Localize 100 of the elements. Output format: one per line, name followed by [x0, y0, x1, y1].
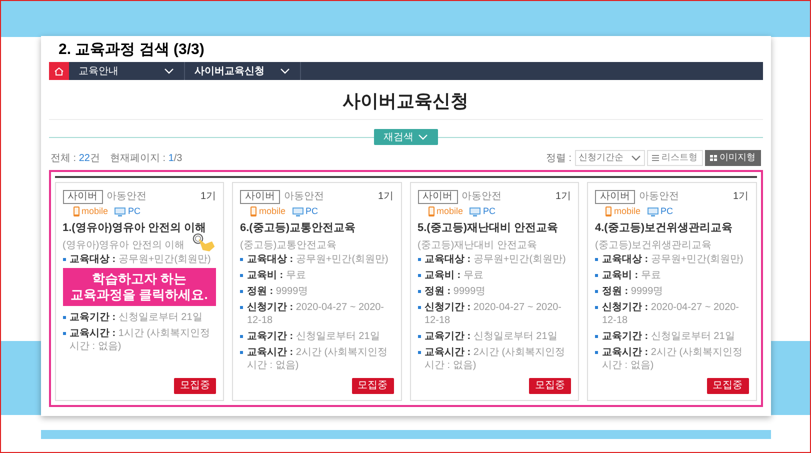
- page-indicator: 현재페이지 : 1/3: [110, 152, 182, 166]
- recruiting-button[interactable]: 모집중: [174, 378, 216, 394]
- course-title[interactable]: 4.(중고등)보건위생관리교육: [595, 221, 748, 235]
- recruiting-button[interactable]: 모집중: [352, 378, 394, 394]
- bullet-icon: [240, 306, 243, 309]
- term-label: 1기: [732, 191, 748, 203]
- chevron-down-icon: [630, 155, 640, 161]
- info-row: 정원 : 9999명: [424, 285, 486, 298]
- monitor-icon: [114, 206, 126, 216]
- course-subtitle: (중고등)재난대비 안전교육: [418, 239, 537, 252]
- info-row: 정원 : 9999명: [247, 285, 308, 298]
- chevron-down-icon: [280, 68, 290, 74]
- slide-title: 2. 교육과정 검색 (3/3): [58, 41, 206, 59]
- bullet-icon: [418, 335, 420, 338]
- info-row: 교육기간 : 신청일로부터 21일: [602, 330, 735, 343]
- platform-label: mobile: [82, 206, 108, 217]
- course-title[interactable]: 6.(중고등)교통안전교육: [240, 221, 394, 235]
- bullet-icon: [595, 335, 598, 338]
- info-row-text: 신청기간 : 2020-04-27 ~ 2020-12-18: [424, 301, 563, 327]
- bullet-icon: [418, 351, 420, 354]
- course-subtitle: (중고등)교통안전교육: [240, 239, 337, 252]
- nav-menu[interactable]: 사이버교육신청: [184, 62, 300, 80]
- type-tag: 사이버: [418, 190, 458, 204]
- recruiting-button[interactable]: 모집중: [706, 378, 748, 394]
- info-row: 교육비 : 무료: [602, 269, 661, 282]
- term-label: 1기: [378, 191, 394, 203]
- info-row-text: 교육시간 : 2시간 (사회복지인정시간 : 없음): [247, 346, 389, 372]
- info-row: 교육비 : 무료: [424, 269, 484, 282]
- phone-icon: [428, 206, 434, 217]
- term-label: 1기: [555, 191, 571, 203]
- type-tag: 사이버: [240, 190, 280, 204]
- callout-text: 교육과정을 클릭하세요.: [70, 287, 208, 303]
- bullet-icon: [240, 351, 243, 354]
- category-label: 아동안전: [462, 191, 502, 203]
- monitor-icon: [469, 206, 482, 216]
- recruiting-button[interactable]: 모집중: [529, 378, 571, 394]
- course-card[interactable]: 사이버 아동안전 1기 mobile PC 5.(중고등)재난대비 안전교육 (중고등)재난대비 안전교육 교육대상 : 공무원+민간(회원만) 교육비 : 무료 정원 : 9999명 신청기간 : 2020-04-27 ~ 2020-12-18 교육기간 : 신청일로부터 21일 교육시간 : 2시간 (사회복지인정시간 : 없음) 모집중: [410, 182, 579, 401]
- course-title[interactable]: 1.(영유아)영유아 안전의 이해: [62, 221, 216, 235]
- bullet-icon: [595, 274, 598, 277]
- chevron-down-icon: [418, 134, 428, 140]
- hand-pointer-icon: [192, 232, 216, 252]
- view-toggle[interactable]: 이미지형: [704, 150, 760, 166]
- platform-label: PC: [306, 206, 318, 217]
- course-subtitle: (중고등)보건위생관리교육: [595, 239, 712, 252]
- monitor-icon: [646, 206, 659, 216]
- info-row-text: 교육시간 : 2시간 (사회복지인정시간 : 없음): [424, 346, 566, 372]
- list-icon: [652, 155, 658, 161]
- bullet-icon: [240, 258, 243, 261]
- bullet-icon: [240, 274, 243, 277]
- info-row: 정원 : 9999명: [602, 285, 664, 298]
- info-row: 교육기간 : 신청일로부터 21일: [70, 311, 202, 324]
- bullet-icon: [418, 290, 420, 293]
- course-card[interactable]: 사이버 아동안전 1기 mobile PC 6.(중고등)교통안전교육 (중고등)교통안전교육 교육대상 : 공무원+민간(회원만) 교육비 : 무료 정원 : 9999명 신청기간 : 2020-04-27 ~ 2020-12-18 교육기간 : 신청일로부터 21일 교육시간 : 2시간 (사회복지인정시간 : 없음) 모집중: [232, 182, 402, 401]
- bullet-icon: [418, 274, 420, 277]
- platform-label: mobile: [614, 206, 641, 217]
- phone-icon: [605, 206, 612, 217]
- bullet-icon: [240, 335, 243, 338]
- course-card[interactable]: 사이버 아동안전 1기 mobile PC 1.(영유아)영유아 안전의 이해 (영유아)영유아 안전의 이해 교육대상 : 공무원+민간(회원만) 학습하고자 하는 교육과정을 클릭하세요. 교육기간 : 신청일로부터 21일 교육시간 : 1시간 (사회복지인정시간 : 없음) 모집중: [54, 182, 224, 401]
- info-row: 교육대상 : 공무원+민간(회원만): [424, 253, 566, 266]
- platform-label: mobile: [436, 206, 464, 217]
- info-row: 교육기간 : 신청일로부터 21일: [424, 330, 558, 343]
- home-button[interactable]: [48, 62, 68, 80]
- platform-label: PC: [660, 206, 674, 217]
- phone-icon: [250, 206, 257, 217]
- bullet-icon: [595, 351, 598, 354]
- type-tag: 사이버: [62, 190, 102, 204]
- category-label: 아동안전: [284, 191, 324, 203]
- bullet-icon: [595, 258, 598, 261]
- info-row: 교육대상 : 공무원+민간(회원만): [602, 253, 744, 266]
- info-row: 교육기간 : 신청일로부터 21일: [247, 330, 380, 343]
- chevron-down-icon: [164, 68, 174, 74]
- sort-select[interactable]: 신청기간순: [574, 150, 644, 166]
- course-subtitle: (영유아)영유아 안전의 이해: [62, 239, 185, 252]
- info-row-text: 신청기간 : 2020-04-27 ~ 2020-12-18: [602, 301, 740, 327]
- course-title[interactable]: 5.(중고등)재난대비 안전교육: [418, 221, 571, 235]
- info-row: 교육대상 : 공무원+민간(회원만): [247, 253, 388, 266]
- bullet-icon: [62, 258, 66, 261]
- info-row-text: 교육시간 : 2시간 (사회복지인정시간 : 없음): [602, 346, 744, 372]
- total-count: 전체 : 22건: [50, 152, 100, 166]
- bullet-icon: [595, 306, 598, 309]
- bullet-icon: [595, 290, 598, 293]
- course-card[interactable]: 사이버 아동안전 1기 mobile PC 4.(중고등)보건위생관리교육 (중고등)보건위생관리교육 교육대상 : 공무원+민간(회원만) 교육비 : 무료 정원 : 9999명 신청기간 : 2020-04-27 ~ 2020-12-18 교육기간 : 신청일로부터 21일 교육시간 : 2시간 (사회복지인정시간 : 없음) 모집중: [587, 182, 756, 401]
- home-icon: [54, 66, 64, 76]
- bullet-icon: [62, 332, 66, 335]
- nav-menu[interactable]: 교육안내: [68, 62, 184, 80]
- bullet-icon: [240, 290, 243, 293]
- view-toggle[interactable]: 리스트형: [646, 150, 702, 166]
- info-row: 교육대상 : 공무원+민간(회원만): [70, 253, 211, 266]
- info-row-text: 신청기간 : 2020-04-27 ~ 2020-12-18: [247, 301, 386, 327]
- sort-label: 정렬 :: [546, 152, 572, 166]
- type-tag: 사이버: [595, 190, 635, 204]
- bullet-icon: [418, 258, 420, 261]
- page-title: 사이버교육신청: [342, 90, 470, 112]
- term-label: 1기: [200, 191, 216, 203]
- category-label: 아동안전: [106, 191, 146, 203]
- category-label: 아동안전: [639, 191, 679, 203]
- info-row: 교육비 : 무료: [247, 269, 306, 282]
- monitor-icon: [292, 206, 304, 216]
- info-row-text: 교육시간 : 1시간 (사회복지인정시간 : 없음): [70, 327, 212, 353]
- grid-icon: [710, 155, 716, 161]
